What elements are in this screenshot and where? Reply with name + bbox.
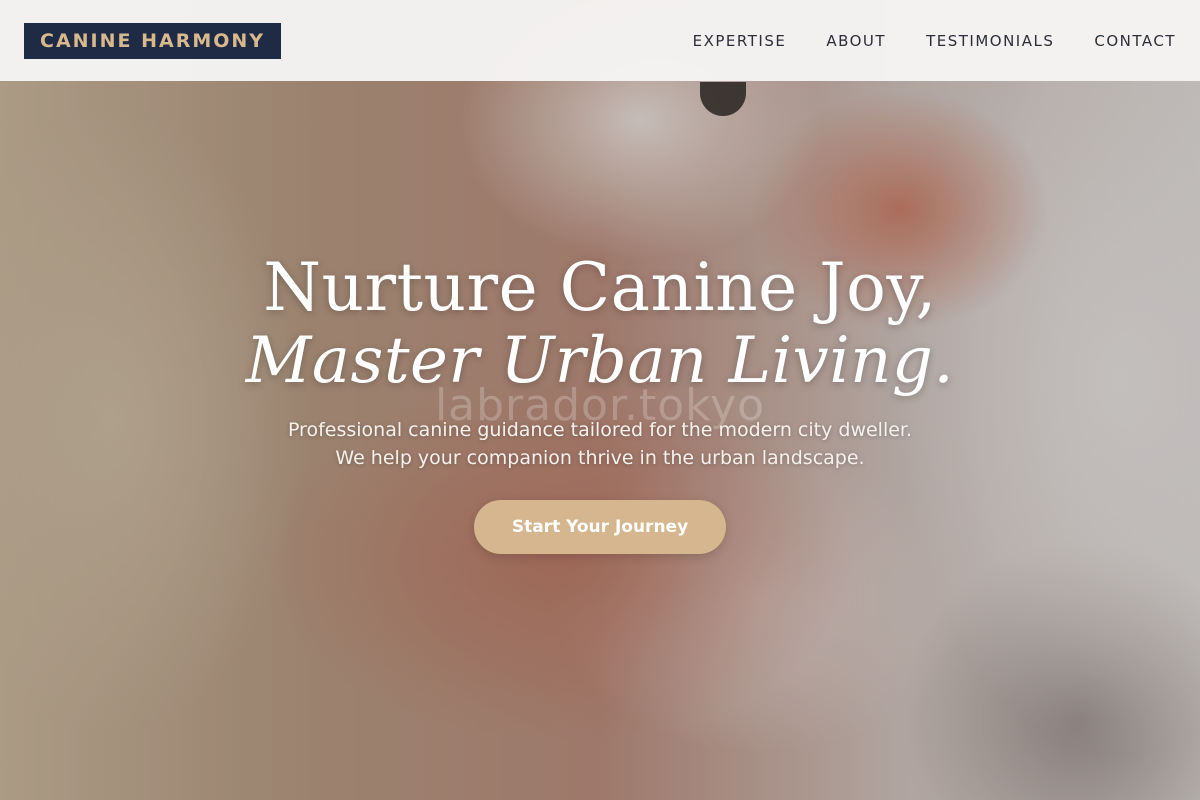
hero-subtitle-line1: Professional canine guidance tailored fo… xyxy=(287,419,913,441)
main-nav: EXPERTISE ABOUT TESTIMONIALS CONTACT xyxy=(693,32,1176,50)
hero-subtitle: Professional canine guidance tailored fo… xyxy=(0,416,1200,472)
nav-link-about[interactable]: ABOUT xyxy=(826,32,886,50)
nav-link-testimonials[interactable]: TESTIMONIALS xyxy=(926,32,1054,50)
start-journey-button[interactable]: Start Your Journey xyxy=(474,500,726,554)
hero-section: Nurture Canine Joy, Master Urban Living.… xyxy=(0,250,1200,554)
hero-title-line2: Master Urban Living. xyxy=(245,324,955,398)
hero-title: Nurture Canine Joy, Master Urban Living. xyxy=(0,249,1200,398)
hero-title-line1: Nurture Canine Joy, xyxy=(263,249,937,326)
nav-link-contact[interactable]: CONTACT xyxy=(1094,32,1176,50)
nav-link-expertise[interactable]: EXPERTISE xyxy=(693,32,787,50)
site-header: CANINE HARMONY EXPERTISE ABOUT TESTIMONI… xyxy=(0,0,1200,81)
brand-logo[interactable]: CANINE HARMONY xyxy=(24,22,282,59)
hero-subtitle-line2: We help your companion thrive in the urb… xyxy=(335,447,865,469)
